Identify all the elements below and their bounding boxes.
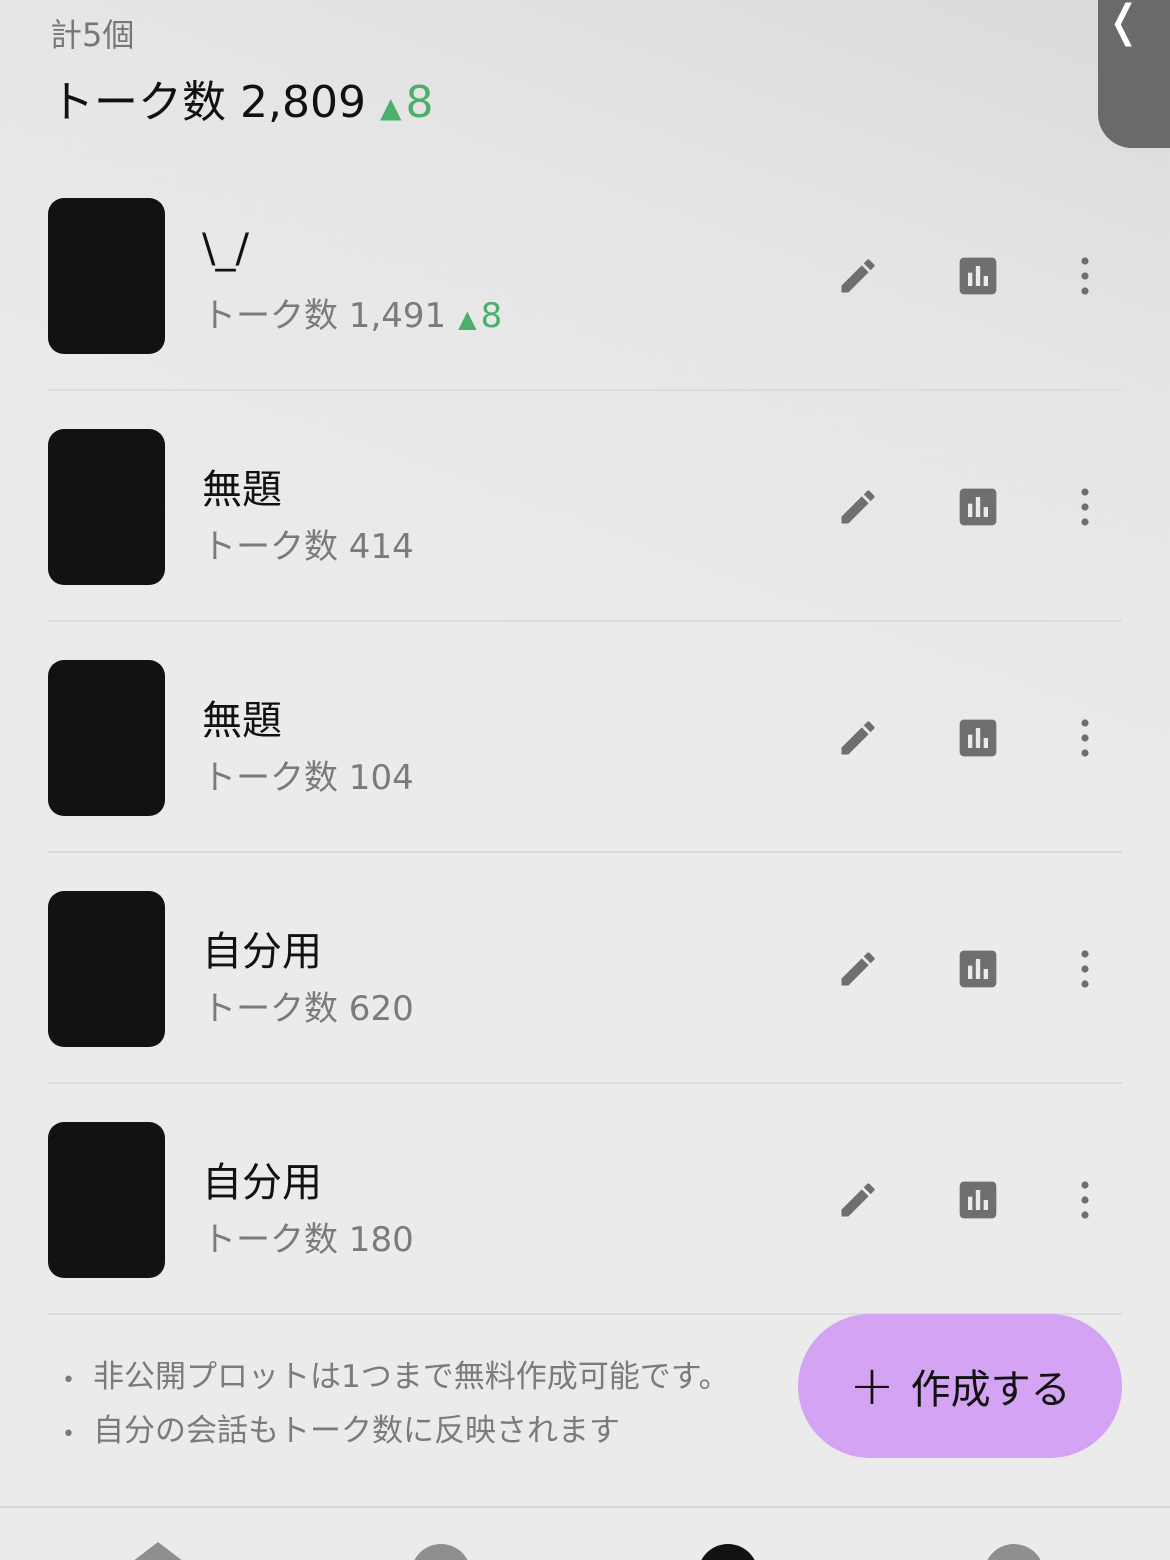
plus-icon: +	[849, 1354, 895, 1417]
more-options-button[interactable]	[1055, 1170, 1115, 1230]
plot-title: 無題	[202, 698, 282, 744]
edit-button[interactable]	[828, 477, 888, 537]
nav-tab-active-icon[interactable]	[698, 1544, 758, 1560]
plot-talk-count: トーク数 620	[202, 981, 414, 1030]
nav-tab-icon[interactable]	[411, 1544, 471, 1560]
plot-thumbnail	[48, 660, 165, 816]
bullet: •	[62, 1368, 75, 1393]
plot-thumbnail	[48, 429, 165, 585]
plot-title: \_/	[202, 226, 249, 272]
plot-talk-count-label: トーク数 104	[202, 758, 414, 798]
note-item: • 非公開プロットは1つまで無料作成可能です。	[62, 1352, 730, 1406]
total-talk-count-label: トーク数 2,809	[50, 77, 366, 128]
total-delta: ▲ 8	[380, 77, 434, 128]
more-options-button[interactable]	[1055, 246, 1115, 306]
list-item[interactable]: 無題 トーク数 104	[48, 622, 1122, 853]
plot-talk-count: トーク数 180	[202, 1212, 414, 1261]
note-text: 非公開プロットは1つまで無料作成可能です。	[92, 1359, 730, 1395]
more-vertical-icon	[1081, 950, 1089, 988]
plot-talk-count: トーク数 104	[202, 750, 414, 799]
plot-title: 無題	[202, 467, 282, 513]
total-count-label: 計5個	[50, 16, 135, 54]
bar-chart-icon	[959, 488, 997, 526]
bar-chart-icon	[959, 1181, 997, 1219]
note-text: 自分の会話もトーク数に反映されます	[92, 1413, 620, 1449]
bottom-navigation	[0, 1506, 1170, 1560]
total-talk-count: トーク数 2,809 ▲ 8	[50, 66, 434, 130]
chevron-left-icon: ❬	[1105, 0, 1142, 47]
plot-thumbnail	[48, 1122, 165, 1278]
bullet: •	[62, 1422, 75, 1447]
list-item[interactable]: 無題 トーク数 414	[48, 391, 1122, 622]
plot-title: 自分用	[202, 1160, 322, 1206]
edit-button[interactable]	[828, 939, 888, 999]
plot-delta: ▲ 8	[458, 296, 502, 336]
plot-talk-count-label: トーク数 1,491	[202, 296, 447, 336]
up-arrow-icon: ▲	[379, 91, 402, 124]
more-vertical-icon	[1081, 257, 1089, 295]
stats-button[interactable]	[948, 477, 1008, 537]
plot-delta-value: 8	[480, 296, 503, 336]
pencil-icon	[841, 1183, 875, 1217]
more-options-button[interactable]	[1055, 708, 1115, 768]
edit-button[interactable]	[828, 1170, 888, 1230]
list-item[interactable]: 自分用 トーク数 180	[48, 1084, 1122, 1315]
more-options-button[interactable]	[1055, 477, 1115, 537]
stats-button[interactable]	[948, 708, 1008, 768]
more-vertical-icon	[1081, 1181, 1089, 1219]
create-button[interactable]: + 作成する	[798, 1314, 1122, 1458]
stats-button[interactable]	[948, 939, 1008, 999]
up-arrow-icon: ▲	[458, 305, 477, 333]
pencil-icon	[841, 952, 875, 986]
pencil-icon	[841, 259, 875, 293]
more-vertical-icon	[1081, 488, 1089, 526]
stats-button[interactable]	[948, 246, 1008, 306]
create-button-label: 作成する	[910, 1367, 1071, 1413]
plot-talk-count-label: トーク数 180	[202, 1220, 414, 1260]
plot-list: \_/ トーク数 1,491 ▲ 8 無題 トーク数 414 無題 トーク数 1…	[48, 160, 1122, 1315]
plot-thumbnail	[48, 891, 165, 1047]
more-vertical-icon	[1081, 719, 1089, 757]
total-delta-value: 8	[405, 77, 434, 128]
edit-button[interactable]	[828, 246, 888, 306]
side-panel-tab[interactable]: ❬	[1098, 0, 1170, 148]
plot-title: 自分用	[202, 929, 322, 975]
home-icon[interactable]	[124, 1542, 192, 1560]
more-options-button[interactable]	[1055, 939, 1115, 999]
bar-chart-icon	[959, 719, 997, 757]
edit-button[interactable]	[828, 708, 888, 768]
profile-icon[interactable]	[984, 1544, 1044, 1560]
plot-talk-count: トーク数 1,491 ▲ 8	[202, 288, 502, 337]
note-item: • 自分の会話もトーク数に反映されます	[62, 1406, 730, 1460]
pencil-icon	[841, 721, 875, 755]
plot-thumbnail	[48, 198, 165, 354]
list-item[interactable]: 自分用 トーク数 620	[48, 853, 1122, 1084]
list-item[interactable]: \_/ トーク数 1,491 ▲ 8	[48, 160, 1122, 391]
bar-chart-icon	[959, 257, 997, 295]
bar-chart-icon	[959, 950, 997, 988]
plot-talk-count: トーク数 414	[202, 519, 414, 568]
notes: • 非公開プロットは1つまで無料作成可能です。 • 自分の会話もトーク数に反映さ…	[62, 1352, 730, 1460]
plot-talk-count-label: トーク数 620	[202, 989, 414, 1029]
plot-talk-count-label: トーク数 414	[202, 527, 414, 567]
stats-button[interactable]	[948, 1170, 1008, 1230]
pencil-icon	[841, 490, 875, 524]
